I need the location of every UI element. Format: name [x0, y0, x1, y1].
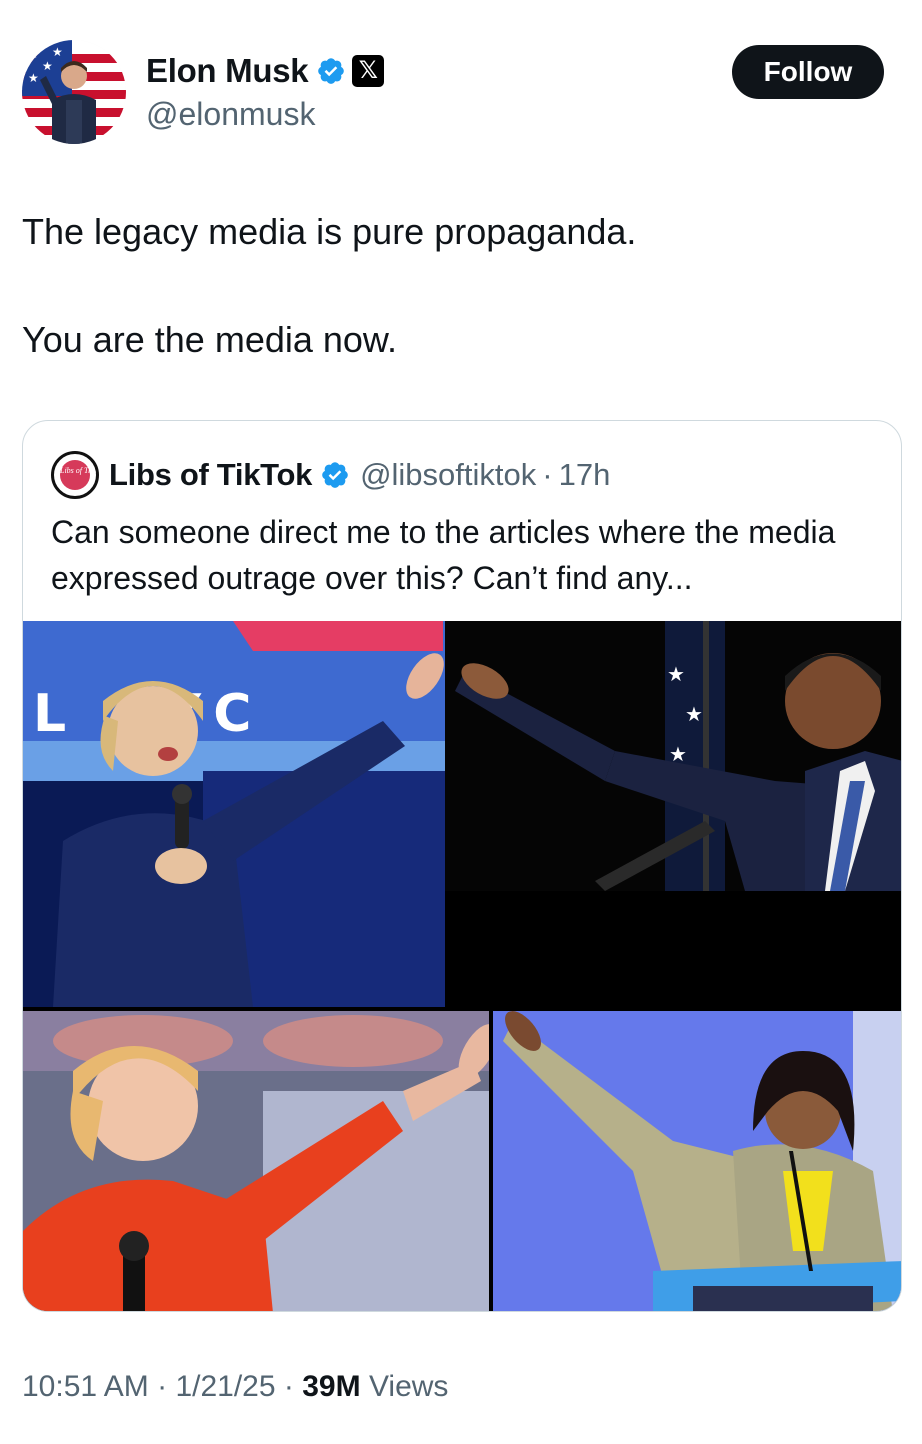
quoted-tweet[interactable]: Libs of TikTok Libs of TikTok @libsoftik…	[22, 420, 902, 1312]
author-name[interactable]: Elon Musk	[146, 52, 309, 90]
verified-badge-icon	[322, 462, 348, 488]
x-logo-icon: 𝕏	[352, 55, 385, 87]
svg-text:★: ★	[28, 47, 39, 61]
separator-dot: ·	[542, 457, 553, 492]
photo-grid: L RYC ★ ★ ★	[23, 621, 901, 1311]
photo-top-right[interactable]: ★ ★ ★	[445, 621, 901, 891]
separator-dot: ·	[157, 1370, 168, 1403]
tweet-header: ★ ★ ★ ★ Elon Musk 𝕏 @elonmusk Follow	[22, 40, 902, 150]
author-avatar[interactable]: ★ ★ ★ ★	[22, 40, 126, 144]
separator-dot: ·	[283, 1370, 294, 1403]
author-name-row: Elon Musk 𝕏	[146, 52, 385, 90]
quoted-tweet-header: Libs of TikTok Libs of TikTok @libsoftik…	[51, 451, 610, 499]
svg-text:★: ★	[28, 71, 39, 85]
quoted-time-ago[interactable]: 17h	[559, 457, 611, 493]
verified-badge-icon	[318, 58, 345, 84]
svg-text:★: ★	[685, 704, 703, 726]
quoted-author-handle[interactable]: @libsoftiktok	[360, 457, 536, 493]
follow-button[interactable]: Follow	[732, 45, 884, 99]
svg-text:★: ★	[52, 45, 63, 59]
tweet-time[interactable]: 10:51 AM	[22, 1370, 149, 1403]
tweet-meta: 10:51 AM · 1/21/25 · 39M Views	[22, 1370, 448, 1404]
tweet-date[interactable]: 1/21/25	[175, 1370, 275, 1403]
quoted-author-avatar[interactable]: Libs of TikTok	[51, 451, 99, 499]
svg-text:★: ★	[667, 664, 685, 686]
photo-spacer	[445, 891, 901, 1007]
tweet-text: The legacy media is pure propaganda. You…	[22, 205, 902, 367]
tweet-paragraph-1: The legacy media is pure propaganda.	[22, 211, 637, 252]
views-count: 39M	[302, 1370, 361, 1403]
svg-text:★: ★	[42, 59, 53, 73]
photo-bottom-right[interactable]	[493, 1011, 901, 1311]
photo-bottom-left[interactable]	[23, 1011, 489, 1311]
quoted-author-name[interactable]: Libs of TikTok	[109, 457, 312, 493]
author-handle[interactable]: @elonmusk	[146, 96, 315, 133]
quoted-avatar-logo: Libs of TikTok	[60, 460, 96, 490]
quoted-tweet-text: Can someone direct me to the articles wh…	[51, 514, 836, 596]
views-label: Views	[368, 1370, 449, 1403]
tweet-paragraph-2: You are the media now.	[22, 319, 397, 360]
photo-top-left[interactable]: L RYC	[23, 621, 445, 1007]
